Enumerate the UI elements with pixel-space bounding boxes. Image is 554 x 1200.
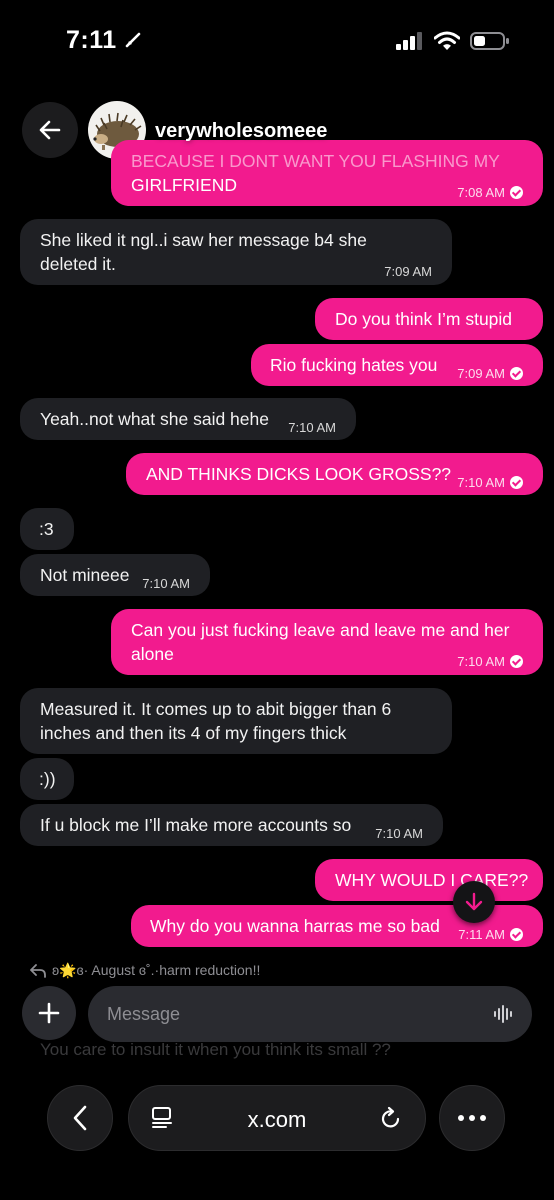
message-input-placeholder: Message [107,1003,181,1024]
battery-icon [470,32,509,50]
cellular-signal-icon [396,32,422,50]
message-outgoing[interactable]: Can you just fucking leave and leave me … [111,609,543,675]
ellipsis-icon [458,1115,486,1121]
message-text: Can you just fucking leave and leave me … [131,620,510,664]
read-check-icon [510,476,523,489]
arrow-down-icon [465,892,483,911]
address-bar[interactable]: x.com [128,1085,426,1151]
reply-preview-text: ʚ🌟ɞ· August ɞ˚.·harm reduction!! [52,962,261,978]
message-outgoing[interactable]: Rio fucking hates you 7:09 AM [251,344,543,386]
message-text: Yeah..not what she said hehe [40,409,269,429]
reply-preview[interactable]: ʚ🌟ɞ· August ɞ˚.·harm reduction!! [30,962,260,979]
message-text: AND THINKS DICKS LOOK GROSS?? [146,464,452,484]
scroll-to-bottom-button[interactable] [453,881,495,923]
status-icons [396,31,510,51]
message-outgoing[interactable]: BECAUSE I DONT WANT YOU FLASHING MY GIRL… [111,140,543,206]
message-outgoing[interactable]: Do you think I’m stupid [315,298,543,340]
message-incoming[interactable]: If u block me I’ll make more accounts so… [20,804,443,846]
message-input[interactable]: Message [88,986,532,1042]
message-outgoing[interactable]: WHY WOULD I CARE?? [315,859,543,901]
location-arrow-icon [125,32,141,48]
read-check-icon [510,655,523,668]
message-timestamp: 7:09 AM [384,264,432,279]
chat-username[interactable]: verywholesomeee [155,120,327,143]
message-incoming[interactable]: Not mineee 7:10 AM [20,554,210,596]
message-text: Do you think I’m stupid [335,309,513,329]
message-incoming[interactable]: :)) [20,758,74,800]
message-text: Measured it. It comes up to abit bigger … [40,699,392,743]
message-text: BECAUSE I DONT WANT YOU FLASHING MY [131,151,500,171]
back-arrow-icon [39,120,61,140]
message-timestamp: 7:10 AM [457,471,523,495]
message-text: :)) [39,769,56,789]
browser-back-button[interactable] [47,1085,113,1151]
message-text: WHY WOULD I CARE?? [335,870,529,890]
status-time: 7:11 [66,26,142,55]
message-timestamp: 7:10 AM [288,420,336,435]
read-check-icon [510,928,523,941]
reply-icon [30,963,46,978]
ghost-message-text: You care to insult it when you think its… [40,1040,391,1059]
message-timestamp: 7:08 AM [457,181,523,205]
voice-waveform-icon[interactable] [493,1004,513,1024]
message-incoming[interactable]: Yeah..not what she said hehe 7:10 AM [20,398,356,440]
message-text-line2: GIRLFRIEND [131,175,237,195]
message-text: She liked it ngl..i saw her message b4 s… [40,230,367,274]
more-options-button[interactable] [439,1085,505,1151]
message-text: If u block me I’ll make more accounts so [40,815,352,835]
plus-icon [38,1002,60,1024]
message-outgoing[interactable]: AND THINKS DICKS LOOK GROSS?? 7:10 AM [126,453,543,495]
wifi-icon [434,31,460,50]
message-text: Why do you wanna harras me so bad [150,916,440,936]
message-incoming[interactable]: :3 [20,508,74,550]
chevron-left-icon [73,1105,87,1131]
reload-icon[interactable] [379,1106,403,1130]
back-button[interactable] [22,102,78,158]
message-incoming[interactable]: She liked it ngl..i saw her message b4 s… [20,219,452,285]
message-incoming[interactable]: Measured it. It comes up to abit bigger … [20,688,452,754]
message-timestamp: 7:10 AM [457,650,523,674]
add-attachment-button[interactable] [22,986,76,1040]
message-timestamp: 7:10 AM [375,826,423,841]
message-text: Not mineee [40,565,130,585]
message-text: Rio fucking hates you [270,355,438,375]
message-timestamp: 7:11 AM [458,923,523,947]
message-timestamp: 7:10 AM [142,576,190,591]
message-text: :3 [39,519,54,539]
read-check-icon [510,367,523,380]
read-check-icon [510,186,523,199]
message-timestamp: 7:09 AM [457,362,523,386]
